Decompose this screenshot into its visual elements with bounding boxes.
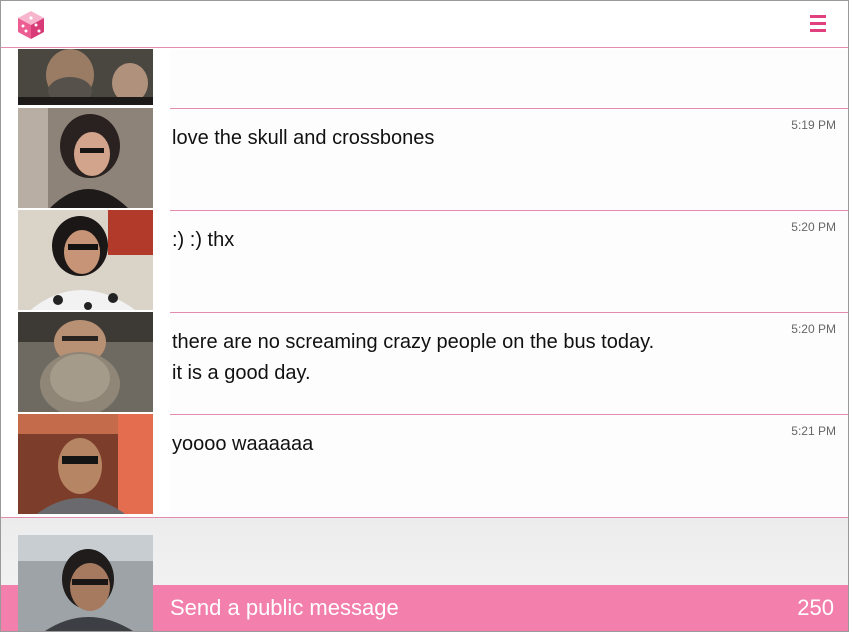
- message-line: there are no screaming crazy people on t…: [172, 331, 655, 353]
- message-bubble: yoooo waaaaaa 5:21 PM: [170, 414, 848, 516]
- list-item: yoooo waaaaaa 5:21 PM: [1, 414, 848, 516]
- top-bar: [1, 1, 848, 48]
- message-text: :) :) thx: [172, 229, 235, 251]
- list-item: there are no screaming crazy people on t…: [1, 312, 848, 414]
- message-bubble: [170, 49, 848, 107]
- message-text: yoooo waaaaaa: [172, 433, 314, 455]
- message-bubble: love the skull and crossbones 5:19 PM: [170, 108, 848, 210]
- avatar: [18, 108, 153, 208]
- message-timestamp: 5:21 PM: [791, 424, 836, 438]
- list-item: :) :) thx 5:20 PM: [1, 210, 848, 312]
- message-timestamp: 5:19 PM: [791, 118, 836, 132]
- app-window: love the skull and crossbones 5:19 PM:)…: [0, 0, 849, 632]
- avatar: [18, 49, 153, 105]
- pink-cube-logo-icon[interactable]: [15, 9, 47, 41]
- hamburger-menu-icon[interactable]: [810, 15, 826, 33]
- message-input[interactable]: [170, 593, 730, 623]
- message-timestamp: 5:20 PM: [791, 322, 836, 336]
- list-item: [1, 49, 848, 107]
- avatar: [18, 210, 153, 310]
- message-bubble: there are no screaming crazy people on t…: [170, 312, 848, 414]
- character-counter: 250: [797, 595, 834, 620]
- message-line: it is a good day.: [172, 362, 311, 384]
- message-text: there are no screaming crazy people on t…: [172, 327, 654, 389]
- message-bubble: :) :) thx 5:20 PM: [170, 210, 848, 312]
- self-camera-preview: [18, 535, 153, 631]
- list-item: love the skull and crossbones 5:19 PM: [1, 108, 848, 210]
- message-text: love the skull and crossbones: [172, 127, 435, 149]
- avatar: [18, 312, 153, 412]
- message-timestamp: 5:20 PM: [791, 220, 836, 234]
- avatar: [18, 414, 153, 514]
- message-feed[interactable]: love the skull and crossbones 5:19 PM:)…: [1, 49, 848, 517]
